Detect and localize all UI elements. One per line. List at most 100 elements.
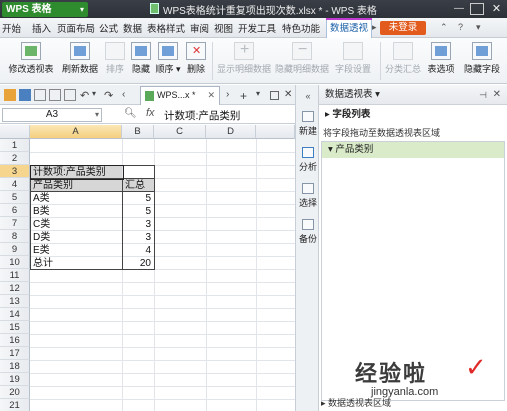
row-header[interactable]: 13 (0, 295, 30, 308)
spreadsheet-file-icon (145, 91, 154, 101)
delete-button[interactable]: 删除 (184, 40, 208, 82)
field-settings-button[interactable]: 字段设置 (332, 40, 374, 82)
chevron-up-icon[interactable]: ⌃ (440, 22, 448, 33)
order-dropdown[interactable]: 顺序 ▾ (154, 40, 182, 82)
login-button[interactable]: 未登录 (380, 21, 426, 35)
row-header[interactable]: 14 (0, 308, 30, 321)
field-item-product-category[interactable]: ▾ 产品类别 (322, 142, 504, 158)
column-header-d[interactable]: D (206, 125, 256, 139)
pane-header[interactable]: 数据透视表 ▾ ⊣ ✕ (319, 85, 507, 105)
select-icon (302, 183, 314, 194)
app-menu-button[interactable]: WPS 表格 ▾ (2, 2, 88, 17)
row-header[interactable]: 10 (0, 256, 30, 269)
row-header[interactable]: 9 (0, 243, 30, 256)
help-icon[interactable]: ? (458, 22, 463, 32)
subtotal-button[interactable]: 分类汇总 (384, 40, 422, 82)
document-tab[interactable]: WPS...x * ✕ (140, 86, 220, 105)
zoom-icon[interactable]: 🔍︎ (124, 108, 137, 119)
row-header[interactable]: 8 (0, 230, 30, 243)
menu-page-layout[interactable]: 页面布局 (57, 21, 95, 35)
restore-window-icon[interactable] (270, 91, 279, 100)
refresh-data-button[interactable]: 刷新数据 (60, 40, 100, 82)
row-header[interactable]: 20 (0, 386, 30, 399)
column-header-b[interactable]: B (122, 125, 154, 139)
function-icon[interactable]: fx (146, 107, 155, 119)
column-header-e[interactable] (256, 125, 295, 139)
row-header[interactable]: 11 (0, 269, 30, 282)
table-options-button[interactable]: 表选项 (424, 40, 458, 82)
row-header[interactable]: 2 (0, 152, 30, 165)
menu-insert[interactable]: 插入 (32, 21, 51, 35)
task-pane-strip: « 新建 分析 选择 备份 (295, 85, 319, 411)
close-tab-icon[interactable]: ✕ (207, 87, 215, 104)
strip-nav-arrow[interactable]: « (296, 91, 320, 101)
menu-table-style[interactable]: 表格样式 (147, 21, 185, 35)
row-header[interactable]: 16 (0, 334, 30, 347)
app-name: WPS 表格 (6, 4, 52, 15)
menu-home[interactable]: 开始 (2, 21, 21, 35)
column-header-c[interactable]: C (154, 125, 206, 139)
redo-icon[interactable]: ↷ (104, 89, 116, 102)
row-header[interactable]: 4 (0, 178, 30, 191)
close-window-button[interactable]: ✕ (488, 2, 505, 16)
delete-icon (186, 42, 206, 60)
pivot-header-row-outline (30, 178, 155, 192)
format-painter-icon[interactable] (64, 89, 76, 101)
menu-data[interactable]: 数据 (123, 21, 142, 35)
row-header[interactable]: 12 (0, 282, 30, 295)
row-header[interactable]: 18 (0, 360, 30, 373)
hide-field-icon (472, 42, 492, 60)
menu-view[interactable]: 视图 (214, 21, 233, 35)
menu-special[interactable]: 特色功能 (282, 21, 320, 35)
row-header[interactable]: 5 (0, 191, 30, 204)
minimize-button[interactable]: — (452, 3, 466, 15)
hide-button[interactable]: 隐藏 (128, 40, 154, 82)
chevron-left-icon: « (305, 91, 311, 101)
formula-input[interactable]: 计数项:产品类别 (164, 108, 240, 123)
field-list-section[interactable]: ▸ 字段列表 (321, 107, 505, 123)
row-header[interactable]: 3 (0, 165, 30, 178)
save-icon[interactable] (19, 89, 31, 101)
sort-button[interactable]: 排序 (102, 40, 128, 82)
select-button[interactable]: 选择 (296, 183, 320, 209)
document-tab-label: WPS...x * (157, 90, 196, 100)
menu-review[interactable]: 审阅 (190, 21, 209, 35)
row-header[interactable]: 15 (0, 321, 30, 334)
show-detail-button[interactable]: 显示明细数据 (216, 40, 272, 82)
menu-formulas[interactable]: 公式 (99, 21, 118, 35)
row-header[interactable]: 7 (0, 217, 30, 230)
menu-pivot-table[interactable]: 数据透视 (326, 18, 373, 38)
table-options-icon (431, 42, 451, 60)
select-all-corner[interactable] (0, 125, 30, 139)
row-header[interactable]: 1 (0, 139, 30, 152)
minimize-ribbon-icon[interactable]: ▾ (476, 22, 481, 33)
chevron-down-icon[interactable]: ▾ (256, 89, 268, 101)
menu-developer[interactable]: 开发工具 (238, 21, 276, 35)
print-preview-icon[interactable] (34, 89, 46, 101)
chevron-right-icon[interactable]: ▸ (372, 22, 377, 33)
name-box[interactable]: A3 ▾ (2, 108, 102, 122)
new-tab-icon[interactable]: + (240, 89, 252, 103)
row-header[interactable]: 19 (0, 373, 30, 386)
analyze-button[interactable]: 分析 (296, 147, 320, 173)
print-icon[interactable] (49, 89, 61, 101)
quick-access-toolbar: ↶ ▾ ↷ ‹ WPS...x * ✕ › + ▾ ✕ (0, 85, 295, 105)
pin-icon[interactable]: ⊣ (479, 85, 487, 105)
maximize-button[interactable] (470, 3, 484, 15)
close-icon[interactable]: ✕ (493, 85, 501, 105)
chevron-left-icon[interactable]: ‹ (122, 89, 134, 101)
chevron-right-icon[interactable]: › (226, 89, 238, 101)
row-header[interactable]: 17 (0, 347, 30, 360)
hide-detail-button[interactable]: 隐藏明细数据 (274, 40, 330, 82)
spreadsheet-grid[interactable]: A B C D 1 2 3 4 5 6 7 8 9 10 11 12 13 14… (0, 125, 295, 411)
new-button[interactable]: 新建 (296, 111, 320, 137)
row-header[interactable]: 6 (0, 204, 30, 217)
column-header-a[interactable]: A (30, 125, 122, 139)
hide-field-button[interactable]: 隐藏字段 (460, 40, 504, 82)
open-folder-icon[interactable] (4, 89, 16, 101)
undo-icon[interactable]: ↶ (80, 89, 92, 102)
chevron-down-icon[interactable]: ▾ (92, 89, 104, 101)
backup-button[interactable]: 备份 (296, 219, 320, 245)
edit-pivot-button[interactable]: 修改透视表 (6, 40, 56, 82)
row-header[interactable]: 21 (0, 399, 30, 411)
